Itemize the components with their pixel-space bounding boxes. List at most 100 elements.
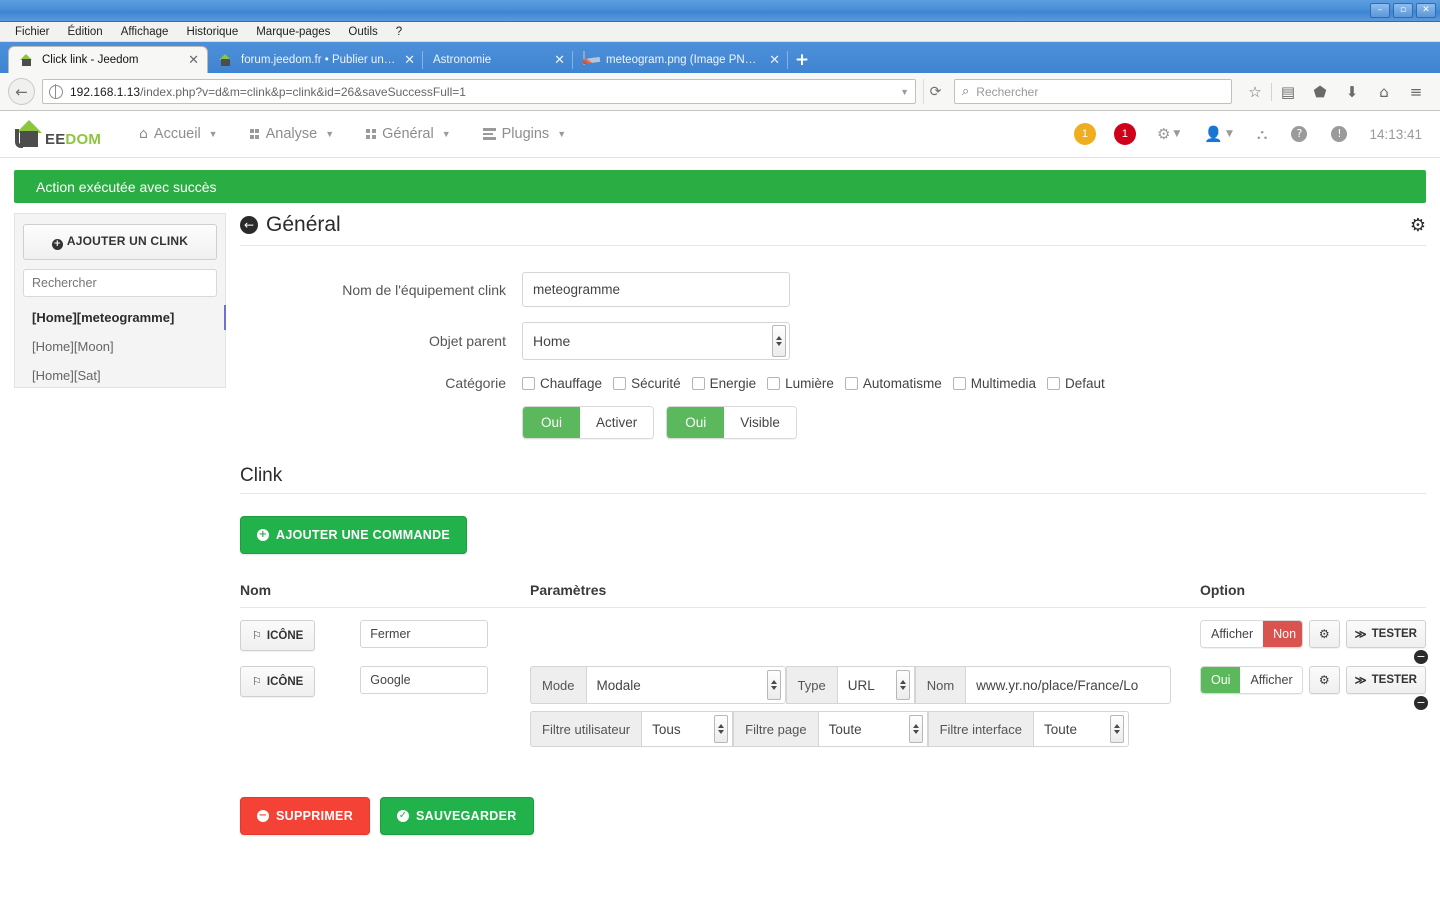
- category-automatisme[interactable]: Automatisme: [844, 376, 942, 391]
- browser-search-box[interactable]: ⌕ Rechercher: [954, 79, 1232, 104]
- parent-object-select[interactable]: Home: [522, 322, 790, 360]
- network-tree-icon[interactable]: ⛬: [1245, 125, 1280, 143]
- afficher-switch[interactable]: Oui Afficher: [1200, 666, 1303, 694]
- reading-list-icon[interactable]: ▤: [1272, 77, 1304, 107]
- minus-circle-icon[interactable]: −: [1414, 696, 1428, 710]
- menu-item-marque-pages[interactable]: Marque-pages: [247, 26, 339, 38]
- toggle-on-label[interactable]: Oui: [523, 407, 581, 438]
- type-select-value[interactable]: URL: [848, 678, 875, 693]
- menu-item-affichage[interactable]: Affichage: [112, 26, 178, 38]
- tester-button[interactable]: ≫ TESTER: [1345, 666, 1426, 694]
- equipment-name-input[interactable]: [522, 272, 790, 307]
- category-multimedia[interactable]: Multimedia: [952, 376, 1036, 391]
- nav-item-general[interactable]: Général ▼: [350, 126, 467, 142]
- bookmark-star-icon[interactable]: ☆: [1239, 77, 1271, 107]
- add-clink-button[interactable]: + AJOUTER UN CLINK: [23, 224, 217, 260]
- checkbox-icon[interactable]: [1046, 376, 1060, 390]
- back-icon[interactable]: ←: [8, 78, 35, 105]
- select-spinner-icon[interactable]: [772, 325, 786, 357]
- category-lumiere[interactable]: Lumière: [767, 376, 834, 391]
- command-name-input[interactable]: [360, 666, 489, 694]
- home-icon[interactable]: ⌂: [1368, 77, 1400, 107]
- command-config-gear-icon[interactable]: ⚙: [1308, 666, 1340, 694]
- menu-item-fichier[interactable]: Fichier: [6, 26, 59, 38]
- save-button[interactable]: ✓ SAUVEGARDER: [380, 797, 534, 835]
- user-icon[interactable]: 👤 ▼: [1192, 125, 1245, 143]
- gear-icon[interactable]: ⚙: [1410, 215, 1426, 236]
- checkbox-icon[interactable]: [522, 376, 535, 390]
- select-spinner-icon[interactable]: [895, 670, 910, 700]
- select-spinner-icon[interactable]: [714, 715, 729, 743]
- checkbox-icon[interactable]: [691, 376, 705, 390]
- command-name-input[interactable]: [360, 620, 489, 648]
- settings-gear-icon[interactable]: ⚙ ▼: [1145, 125, 1192, 143]
- afficher-switch[interactable]: Afficher Non: [1200, 620, 1303, 648]
- nav-item-analyse[interactable]: Analyse ▼: [234, 126, 351, 142]
- checkbox-icon[interactable]: [844, 376, 858, 390]
- menu-item-outils[interactable]: Outils: [339, 26, 386, 38]
- hamburger-menu-icon[interactable]: ≡: [1400, 77, 1432, 107]
- icone-button[interactable]: ⚐ ICÔNE: [240, 666, 316, 697]
- select-spinner-icon[interactable]: [766, 670, 781, 700]
- url-input[interactable]: www.yr.no/place/France/Lo: [965, 666, 1172, 704]
- menu-item-help[interactable]: ?: [387, 26, 411, 38]
- nav-item-accueil[interactable]: ⌂ Accueil ▼: [123, 126, 234, 142]
- icone-button[interactable]: ⚐ ICÔNE: [240, 620, 316, 651]
- filtre-interface-value[interactable]: Toute: [1044, 722, 1077, 737]
- sidebar-item-sat[interactable]: [Home][Sat]: [23, 361, 217, 390]
- browser-tab-3[interactable]: Astronomie ✕: [423, 47, 573, 73]
- badge-error-count[interactable]: 1: [1113, 123, 1136, 145]
- new-tab-button[interactable]: +: [788, 47, 816, 73]
- nav-item-plugins[interactable]: Plugins ▼: [467, 126, 582, 142]
- browser-tab-2[interactable]: forum.jeedom.fr • Publier une… ✕: [208, 47, 423, 73]
- browser-tab-4[interactable]: meteogram.png (Image PNG, … ✕: [573, 47, 788, 73]
- tab-close-icon[interactable]: ✕: [554, 53, 565, 68]
- checkbox-icon[interactable]: [613, 376, 627, 390]
- chevron-down-icon[interactable]: ▼: [900, 87, 909, 97]
- switch-label[interactable]: Afficher: [1240, 667, 1302, 693]
- info-icon[interactable]: !: [1319, 126, 1359, 142]
- select-spinner-icon[interactable]: [908, 715, 923, 743]
- checkbox-icon[interactable]: [767, 376, 781, 390]
- url-bar[interactable]: 192.168.1.13 /index.php?v=d&m=clink&p=cl…: [42, 79, 916, 104]
- help-icon[interactable]: ?: [1279, 126, 1319, 142]
- tab-close-icon[interactable]: ✕: [769, 53, 780, 68]
- toggle-on-label[interactable]: Oui: [667, 407, 725, 438]
- browser-tab-1[interactable]: Click link - Jeedom ✕: [8, 46, 208, 73]
- tester-button[interactable]: ≫ TESTER: [1345, 620, 1426, 648]
- category-energie[interactable]: Energie: [691, 376, 756, 391]
- category-chauffage[interactable]: Chauffage: [522, 376, 602, 391]
- checkbox-icon[interactable]: [952, 376, 966, 390]
- select-spinner-icon[interactable]: [1109, 715, 1124, 743]
- sidebar-item-moon[interactable]: [Home][Moon]: [23, 332, 217, 361]
- tab-close-icon[interactable]: ✕: [188, 53, 199, 68]
- toggle-activer[interactable]: Oui Activer: [522, 406, 655, 439]
- filtre-page-value[interactable]: Toute: [829, 722, 862, 737]
- back-arrow-icon[interactable]: ←: [240, 216, 258, 234]
- toggle-visible[interactable]: Oui Visible: [666, 406, 797, 439]
- tab-close-icon[interactable]: ✕: [404, 53, 415, 68]
- switch-value[interactable]: Oui: [1201, 667, 1241, 693]
- window-maximize-button[interactable]: ▫: [1393, 3, 1413, 18]
- delete-button[interactable]: − SUPPRIMER: [240, 797, 371, 835]
- window-minimize-button[interactable]: –: [1370, 3, 1390, 18]
- sidebar-item-meteogramme[interactable]: [Home][meteogramme]: [23, 303, 226, 332]
- add-command-button[interactable]: + AJOUTER UNE COMMANDE: [240, 516, 468, 554]
- mode-select-value[interactable]: Modale: [597, 678, 641, 693]
- reload-icon[interactable]: ⟳: [923, 79, 947, 104]
- command-config-gear-icon[interactable]: ⚙: [1308, 620, 1340, 648]
- category-securite[interactable]: Sécurité: [613, 376, 681, 391]
- minus-circle-icon[interactable]: −: [1414, 650, 1428, 664]
- switch-value[interactable]: Non: [1263, 621, 1302, 647]
- switch-label[interactable]: Afficher: [1201, 621, 1264, 647]
- toggle-off-label[interactable]: Visible: [724, 407, 796, 438]
- badge-warning-count[interactable]: 1: [1073, 123, 1096, 145]
- toggle-off-label[interactable]: Activer: [580, 407, 654, 438]
- menu-item-edition[interactable]: Édition: [59, 26, 112, 38]
- jeedom-logo[interactable]: EEDOM: [14, 119, 101, 149]
- category-defaut[interactable]: Defaut: [1046, 376, 1105, 391]
- sidebar-search-input[interactable]: [23, 269, 217, 297]
- filtre-utilisateur-value[interactable]: Tous: [652, 722, 681, 737]
- window-close-button[interactable]: ✕: [1416, 3, 1436, 18]
- menu-item-historique[interactable]: Historique: [177, 26, 247, 38]
